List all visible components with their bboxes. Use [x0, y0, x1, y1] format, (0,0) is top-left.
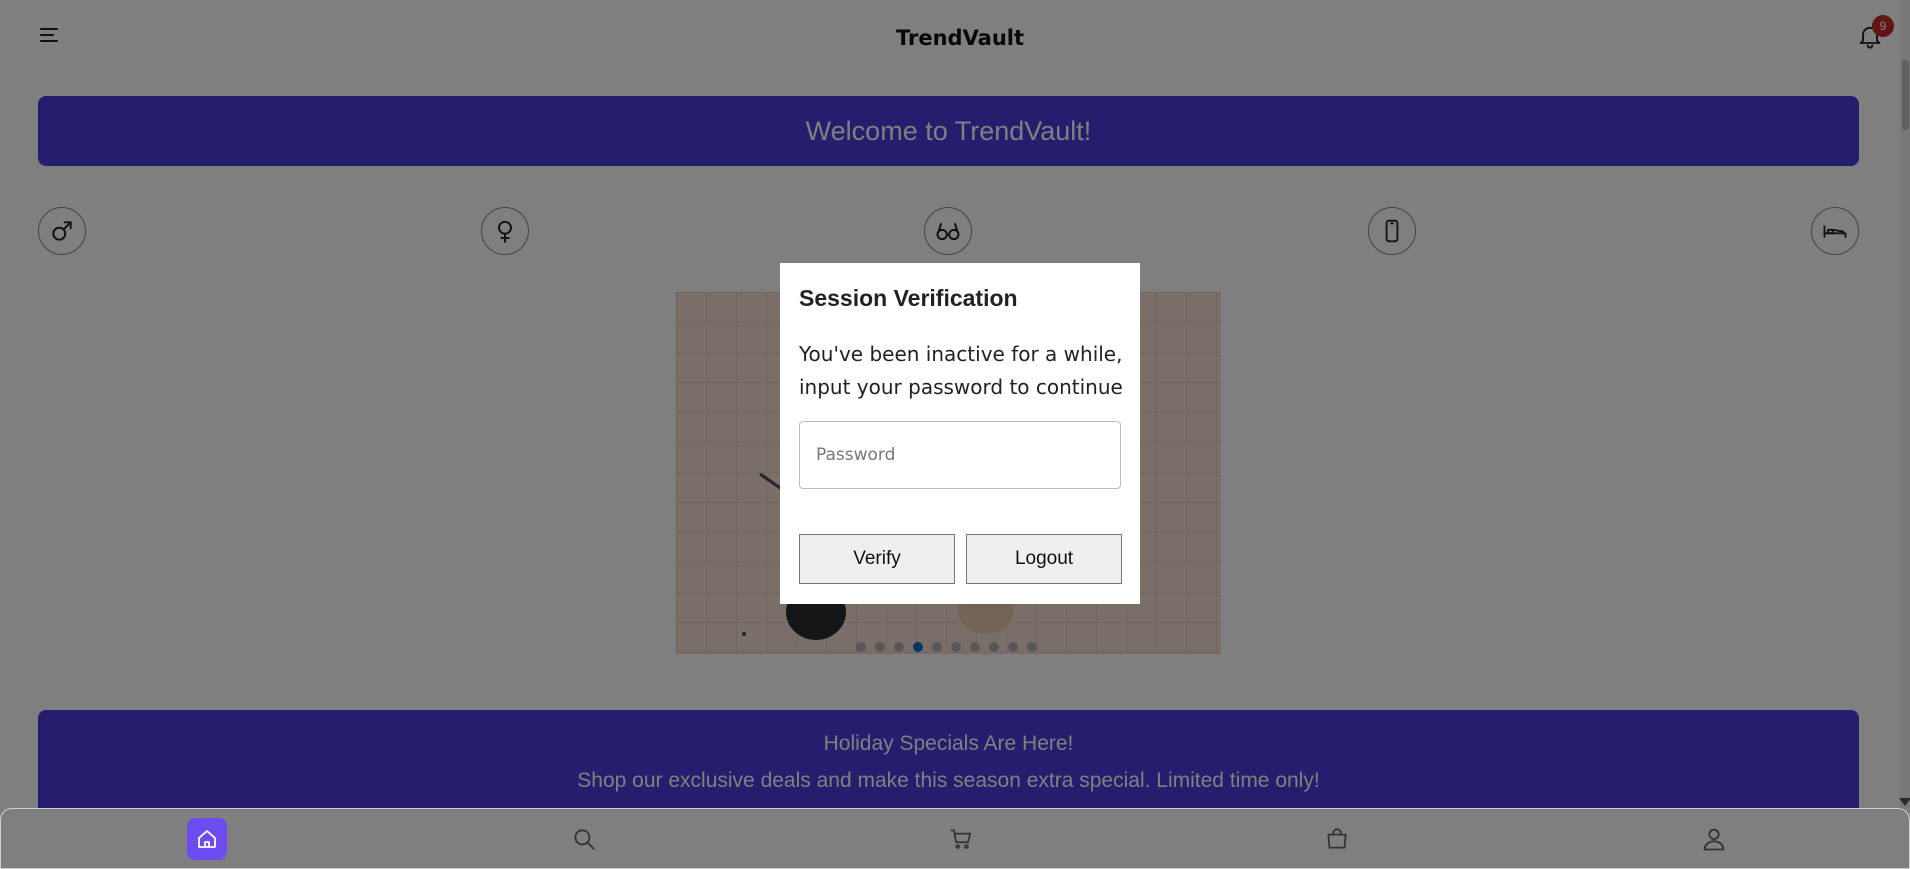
verify-button[interactable]: Verify [799, 534, 955, 584]
session-verification-dialog: Session Verification You've been inactiv… [780, 263, 1140, 604]
shopping-bag-icon [1327, 828, 1347, 849]
home-icon [198, 830, 216, 848]
nav-search[interactable] [564, 818, 604, 860]
logout-button[interactable]: Logout [966, 534, 1122, 584]
dialog-message: You've been inactive for a while, input … [799, 342, 1123, 399]
nav-home[interactable] [187, 818, 227, 860]
bottom-navigation [0, 808, 1910, 869]
search-icon [574, 829, 595, 850]
nav-cart[interactable] [941, 818, 981, 860]
user-icon [1703, 828, 1725, 851]
dialog-title: Session Verification [799, 285, 1018, 311]
password-input[interactable] [799, 421, 1121, 489]
cart-icon [950, 829, 972, 849]
nav-orders[interactable] [1317, 818, 1357, 860]
nav-profile[interactable] [1694, 818, 1734, 860]
